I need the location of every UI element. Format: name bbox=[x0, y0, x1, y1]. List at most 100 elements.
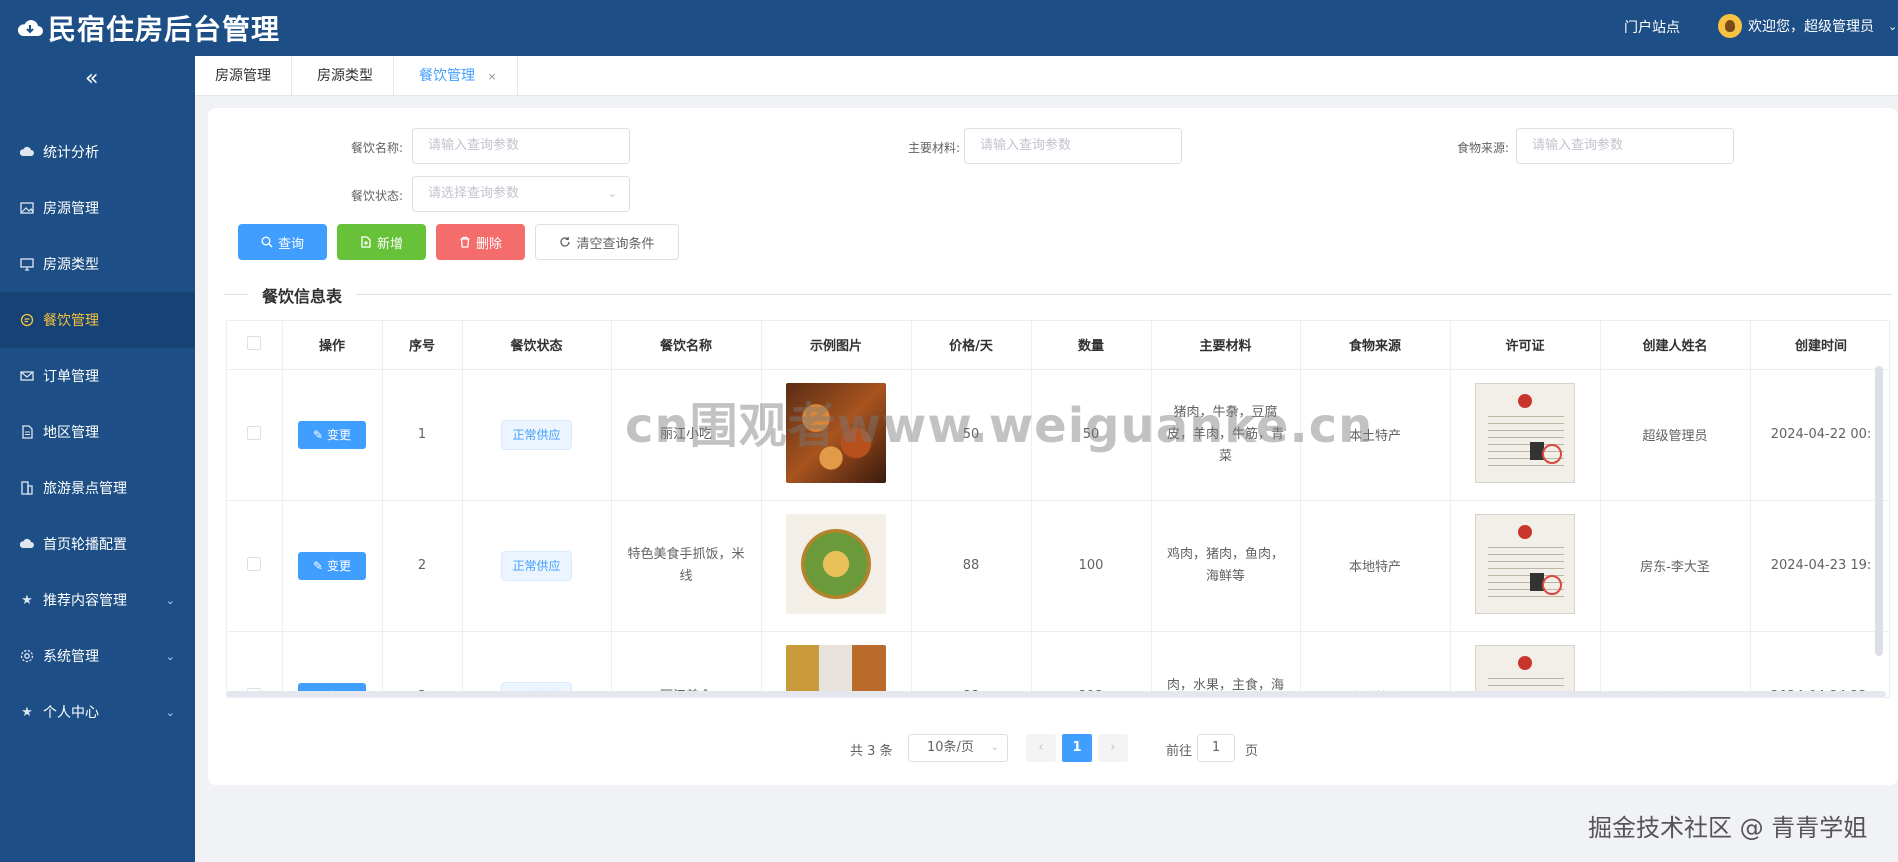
tab-housing[interactable]: 房源管理 bbox=[195, 56, 292, 96]
page-size-value: 10条/页 bbox=[927, 740, 974, 755]
chevron-down-icon: ⌄ bbox=[165, 705, 175, 719]
action-cell: ✎变更 bbox=[282, 631, 383, 697]
price-cell: 88 bbox=[911, 631, 1032, 697]
edit-button[interactable]: ✎变更 bbox=[297, 551, 367, 580]
tab-housing-type[interactable]: 房源类型 bbox=[297, 56, 394, 96]
delete-button[interactable]: 删除 bbox=[436, 224, 525, 260]
chevron-down-icon: ⌄ bbox=[607, 187, 617, 200]
select-all-cell bbox=[227, 321, 283, 370]
sidebar-item-statistics[interactable]: 统计分析 bbox=[0, 124, 195, 180]
edit-label: 变更 bbox=[327, 428, 352, 442]
pagination-total: 共 3 条 bbox=[850, 744, 893, 759]
gear-icon bbox=[19, 648, 35, 664]
name-search-input[interactable]: 请输入查询参数 bbox=[412, 128, 630, 164]
sidebar-item-label: 个人中心 bbox=[43, 705, 99, 721]
sidebar: « 统计分析 房源管理 房源类型 餐饮管理 订单管理 地区管理 旅游景点管理 首… bbox=[0, 56, 195, 862]
materials-cell: 鸡肉，猪肉，鱼肉，海鲜等 bbox=[1151, 500, 1301, 632]
goto-page-input[interactable]: 1 bbox=[1197, 734, 1235, 762]
edit-button[interactable]: ✎变更 bbox=[297, 420, 367, 449]
tab-bar: 房源管理 房源类型 餐饮管理 × bbox=[195, 56, 1898, 96]
table-header-row: 操作 序号 餐饮状态 餐饮名称 示例图片 价格/天 数量 主要材料 食物来源 许… bbox=[227, 321, 1889, 370]
license-image[interactable] bbox=[1475, 382, 1575, 483]
sidebar-item-carousel[interactable]: 首页轮播配置 bbox=[0, 516, 195, 572]
license-image[interactable] bbox=[1475, 644, 1575, 697]
column-header: 餐饮状态 bbox=[462, 321, 612, 370]
sidebar-item-orders[interactable]: 订单管理 bbox=[0, 348, 195, 404]
sidebar-item-profile[interactable]: ★ 个人中心 ⌄ bbox=[0, 684, 195, 740]
mail-icon bbox=[19, 368, 35, 384]
status-badge: 正常供应 bbox=[501, 419, 572, 450]
monitor-icon bbox=[19, 256, 35, 272]
sidebar-item-label: 首页轮播配置 bbox=[43, 537, 127, 553]
sidebar-item-label: 订单管理 bbox=[43, 369, 99, 385]
portal-link[interactable]: 门户站点 bbox=[1624, 17, 1680, 37]
food-image[interactable] bbox=[786, 513, 886, 614]
license-image[interactable] bbox=[1475, 513, 1575, 614]
row-select-cell bbox=[227, 369, 283, 501]
row-checkbox[interactable] bbox=[247, 556, 262, 571]
page-suffix: 页 bbox=[1245, 744, 1259, 759]
next-page-button[interactable]: › bbox=[1098, 734, 1128, 762]
table-vertical-scrollbar[interactable] bbox=[1875, 366, 1883, 656]
user-menu[interactable]: 欢迎您，超级管理员 ⌄ bbox=[1718, 14, 1897, 38]
query-label: 查询 bbox=[277, 236, 304, 252]
clear-label: 清空查询条件 bbox=[576, 236, 655, 252]
column-header: 食物来源 bbox=[1300, 321, 1451, 370]
sidebar-item-system[interactable]: 系统管理 ⌄ bbox=[0, 628, 195, 684]
table-horizontal-scrollbar[interactable] bbox=[226, 691, 1886, 697]
sidebar-item-label: 系统管理 bbox=[43, 649, 99, 665]
cloud-logo-icon bbox=[17, 20, 43, 36]
add-button[interactable]: 新增 bbox=[337, 224, 426, 260]
page-size-select[interactable]: 10条/页 ⌄ bbox=[908, 734, 1008, 762]
row-select-cell bbox=[227, 500, 283, 632]
sidebar-item-label: 地区管理 bbox=[43, 425, 99, 441]
sidebar-item-catering[interactable]: 餐饮管理 bbox=[0, 292, 195, 348]
sidebar-item-housing-type[interactable]: 房源类型 bbox=[0, 236, 195, 292]
row-checkbox[interactable] bbox=[247, 425, 262, 440]
prev-page-button[interactable]: ‹ bbox=[1026, 734, 1056, 762]
section-title: 餐饮信息表 bbox=[248, 283, 357, 307]
status-select[interactable]: 请选择查询参数 ⌄ bbox=[412, 176, 630, 212]
collapse-sidebar-icon[interactable]: « bbox=[85, 66, 98, 91]
index-cell: 1 bbox=[382, 369, 463, 501]
add-label: 新增 bbox=[376, 236, 403, 252]
avatar bbox=[1718, 14, 1742, 38]
food-name: 特色美食手抓饭，米线 bbox=[627, 546, 745, 584]
status-badge: 正常供应 bbox=[501, 550, 572, 581]
source-label: 食物来源: bbox=[1456, 141, 1509, 155]
sidebar-item-label: 推荐内容管理 bbox=[43, 593, 127, 609]
column-header: 主要材料 bbox=[1151, 321, 1301, 370]
sidebar-item-attractions[interactable]: 旅游景点管理 bbox=[0, 460, 195, 516]
chevron-down-icon: ⌄ bbox=[165, 593, 175, 607]
page-number-button[interactable]: 1 bbox=[1062, 734, 1092, 762]
sidebar-item-housing[interactable]: 房源管理 bbox=[0, 180, 195, 236]
column-header: 许可证 bbox=[1450, 321, 1601, 370]
clear-filters-button[interactable]: 清空查询条件 bbox=[535, 224, 679, 260]
status-cell: 正常供应 bbox=[462, 500, 612, 632]
license-cell bbox=[1450, 369, 1601, 501]
chevron-down-icon: ⌄ bbox=[990, 742, 999, 753]
close-icon[interactable]: × bbox=[487, 70, 496, 83]
sidebar-item-regions[interactable]: 地区管理 bbox=[0, 404, 195, 460]
tab-catering[interactable]: 餐饮管理 × bbox=[399, 56, 518, 96]
materials-text: 鸡肉，猪肉，鱼肉，海鲜等 bbox=[1166, 546, 1284, 584]
source-search-input[interactable]: 请输入查询参数 bbox=[1516, 128, 1734, 164]
food-image[interactable] bbox=[786, 644, 886, 697]
trash-icon bbox=[460, 236, 470, 248]
sidebar-item-recommend[interactable]: ★ 推荐内容管理 ⌄ bbox=[0, 572, 195, 628]
logo: 民宿住房后台管理 bbox=[16, 9, 280, 47]
star-icon: ★ bbox=[21, 704, 33, 720]
material-search-input[interactable]: 请输入查询参数 bbox=[964, 128, 1182, 164]
select-all-checkbox[interactable] bbox=[247, 335, 262, 350]
app-title: 民宿住房后台管理 bbox=[48, 13, 281, 46]
add-document-icon bbox=[361, 236, 371, 248]
column-header: 创建时间 bbox=[1750, 321, 1889, 370]
source-cell: 本地特产 bbox=[1300, 631, 1451, 697]
query-button[interactable]: 查询 bbox=[238, 224, 327, 260]
chevron-down-icon: ⌄ bbox=[165, 649, 175, 663]
status-cell: 正常供应 bbox=[462, 631, 612, 697]
column-header: 操作 bbox=[282, 321, 383, 370]
search-icon bbox=[261, 236, 273, 248]
sidebar-item-label: 房源管理 bbox=[43, 201, 99, 217]
tab-label: 房源类型 bbox=[317, 68, 373, 84]
